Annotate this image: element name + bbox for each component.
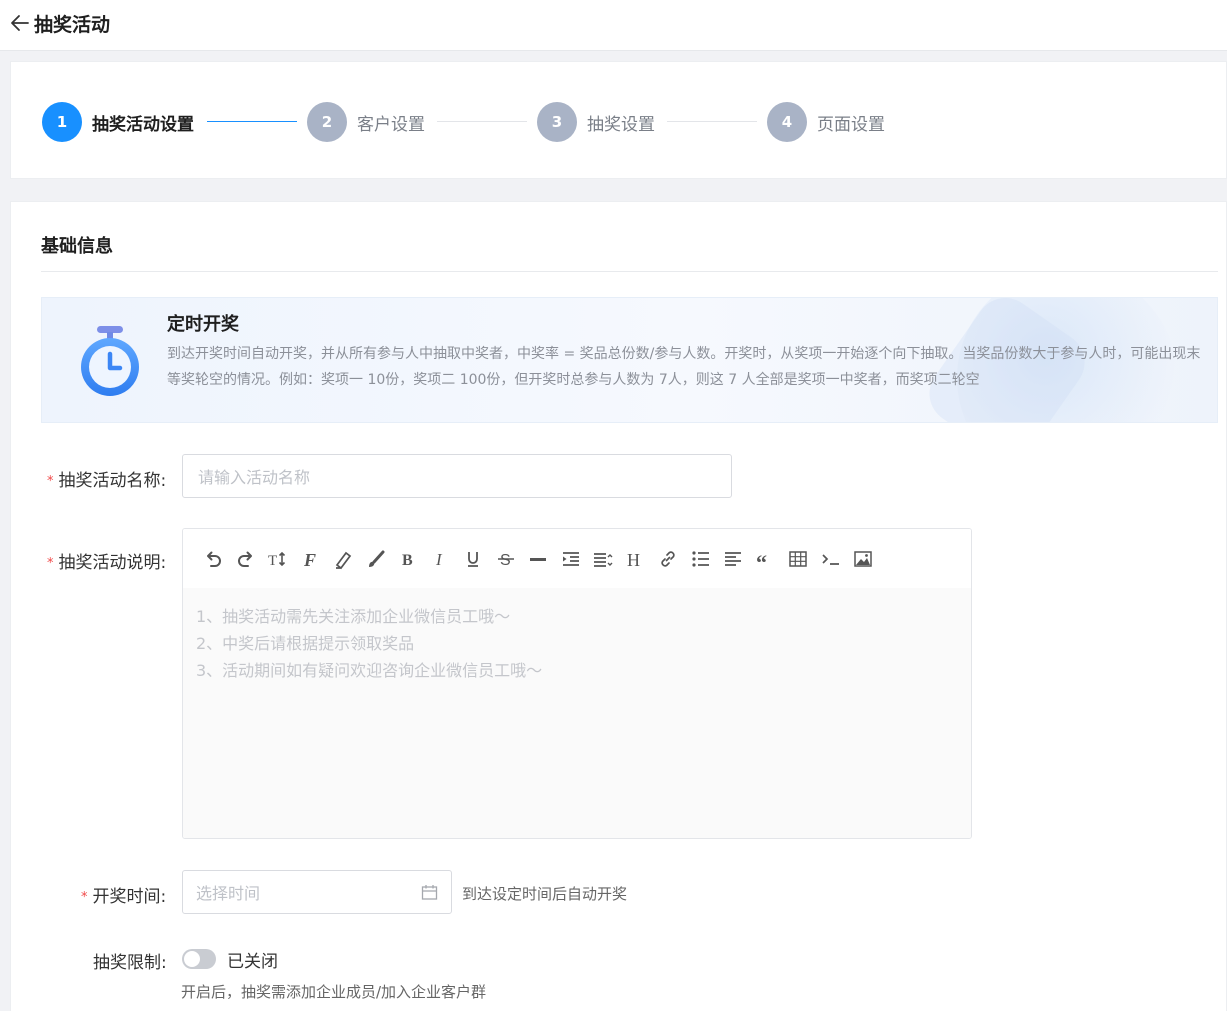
undo-icon[interactable] — [197, 543, 230, 575]
step-number: 1 — [42, 102, 82, 142]
step-1[interactable]: 1 抽奖活动设置 — [42, 102, 194, 142]
highlight-icon[interactable] — [327, 543, 360, 575]
line-height-icon[interactable] — [587, 543, 620, 575]
placeholder-line: 2、中奖后请根据提示领取奖品 — [196, 634, 415, 653]
code-icon[interactable] — [815, 543, 848, 575]
activity-name-input[interactable]: 请输入活动名称 — [182, 454, 732, 498]
svg-text:F: F — [303, 550, 316, 570]
step-3[interactable]: 3 抽奖设置 — [537, 102, 655, 142]
step-connector — [437, 121, 527, 122]
font-size-icon[interactable]: T — [262, 543, 295, 575]
label-text: 抽奖活动名称: — [58, 471, 167, 491]
svg-text:“: “ — [756, 550, 767, 570]
svg-text:I: I — [435, 550, 443, 569]
input-placeholder: 选择时间 — [196, 884, 261, 903]
required-mark: * — [81, 890, 88, 905]
step-2[interactable]: 2 客户设置 — [307, 102, 425, 142]
svg-text:S: S — [500, 552, 511, 569]
italic-icon[interactable]: I — [425, 543, 458, 575]
heading-icon[interactable]: H — [620, 543, 653, 575]
underline-icon[interactable] — [457, 543, 490, 575]
stopwatch-icon — [81, 326, 139, 396]
image-icon[interactable] — [847, 543, 880, 575]
toggle-state-text: 已关闭 — [227, 952, 278, 972]
step-number: 3 — [537, 102, 577, 142]
quote-icon[interactable]: “ — [750, 543, 783, 575]
label-text: 开奖时间: — [92, 887, 167, 907]
rich-text-editor[interactable]: T F B I S H “ 1、抽奖活动需先关注添加企业微信员工哦～ 2、中奖后… — [182, 528, 972, 839]
activity-name-label: * 抽奖活动名称: — [47, 466, 166, 491]
banner-description: 到达开奖时间自动开奖，并从所有参与人中抽取中奖者，中奖率 = 奖品总份数/参与人… — [167, 346, 1201, 388]
steps-card: 1 抽奖活动设置 2 客户设置 3 抽奖设置 4 页面设置 — [10, 61, 1227, 179]
page-title: 抽奖活动 — [34, 14, 111, 36]
section-divider — [41, 271, 1218, 272]
section-title: 基础信息 — [41, 236, 113, 257]
step-4[interactable]: 4 页面设置 — [767, 102, 885, 142]
banner-title: 定时开奖 — [167, 314, 239, 335]
redo-icon[interactable] — [230, 543, 263, 575]
step-label: 抽奖活动设置 — [92, 114, 194, 135]
label-text: 抽奖活动说明: — [58, 553, 167, 573]
draw-limit-label: 抽奖限制: — [93, 953, 167, 973]
draw-limit-hint: 开启后，抽奖需添加企业成员/加入企业客户群 — [181, 983, 487, 1001]
step-number: 4 — [767, 102, 807, 142]
step-label: 页面设置 — [817, 114, 885, 135]
svg-text:B: B — [402, 552, 413, 569]
required-mark: * — [47, 556, 54, 571]
input-placeholder: 请输入活动名称 — [198, 468, 311, 487]
svg-text:H: H — [627, 550, 640, 570]
draw-limit-toggle[interactable] — [182, 949, 216, 969]
step-connector — [667, 121, 757, 122]
scheduled-draw-banner: 定时开奖 到达开奖时间自动开奖，并从所有参与人中抽取中奖者，中奖率 = 奖品总份… — [41, 297, 1218, 423]
link-icon[interactable] — [652, 543, 685, 575]
bold-icon[interactable]: B — [392, 543, 425, 575]
placeholder-line: 1、抽奖活动需先关注添加企业微信员工哦～ — [196, 607, 511, 626]
svg-text:T: T — [268, 553, 277, 569]
step-number: 2 — [307, 102, 347, 142]
horizontal-rule-icon[interactable] — [522, 543, 555, 575]
calendar-icon — [421, 885, 438, 900]
brush-icon[interactable] — [360, 543, 393, 575]
basic-info-card: 基础信息 定时开奖 到达开奖时间自动开奖，并从所有参与人中抽取中奖者，中奖率 =… — [10, 201, 1227, 1011]
draw-time-label: * 开奖时间: — [81, 882, 166, 907]
table-icon[interactable] — [782, 543, 815, 575]
align-icon[interactable] — [717, 543, 750, 575]
strikethrough-icon[interactable]: S — [490, 543, 523, 575]
step-label: 客户设置 — [357, 114, 425, 135]
editor-content[interactable]: 1、抽奖活动需先关注添加企业微信员工哦～ 2、中奖后请根据提示领取奖品 3、活动… — [183, 588, 971, 838]
indent-icon[interactable] — [555, 543, 588, 575]
editor-toolbar: T F B I S H “ — [183, 529, 971, 589]
toggle-knob — [184, 951, 200, 967]
draw-time-picker[interactable]: 选择时间 — [182, 870, 452, 914]
step-label: 抽奖设置 — [587, 114, 655, 135]
activity-description-label: * 抽奖活动说明: — [47, 548, 166, 573]
bullet-list-icon[interactable] — [685, 543, 718, 575]
step-connector — [207, 121, 297, 122]
required-mark: * — [47, 474, 54, 489]
back-arrow-icon[interactable] — [9, 12, 31, 34]
placeholder-line: 3、活动期间如有疑问欢迎咨询企业微信员工哦～ — [196, 661, 543, 680]
draw-time-hint: 到达设定时间后自动开奖 — [462, 885, 628, 903]
font-family-icon[interactable]: F — [295, 543, 328, 575]
top-bar: 抽奖活动 — [0, 0, 1227, 51]
